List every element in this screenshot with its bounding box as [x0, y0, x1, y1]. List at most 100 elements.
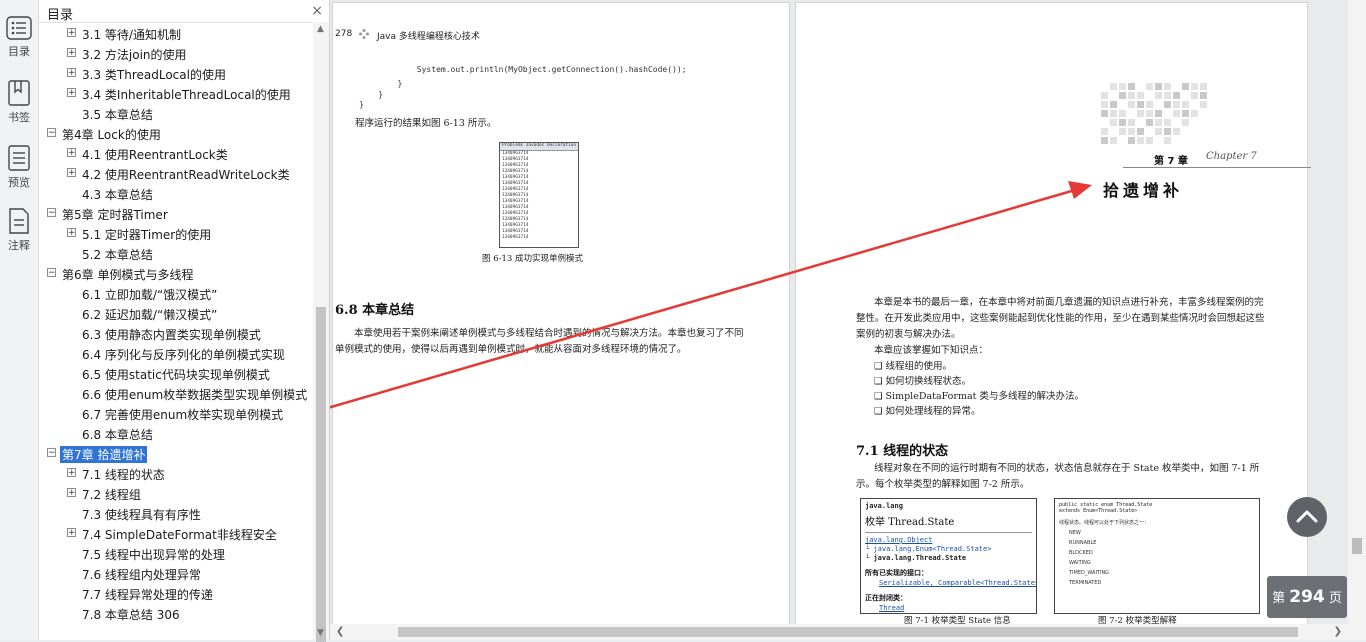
toc-scrollbar[interactable]: ▲ ▼ [313, 22, 329, 642]
annotation-tab[interactable]: 注释 [0, 208, 38, 253]
toc-section-item[interactable]: +3.2 方法join的使用 [39, 43, 313, 63]
expand-icon[interactable]: + [67, 528, 76, 538]
fig1-tree-line: └ java.lang.Thread.State [865, 554, 967, 562]
toc-item-label: 6.4 序列化与反序列化的单例模式实现 [82, 348, 285, 362]
toc-item-label: 6.3 使用静态内置类实现单例模式 [82, 328, 261, 342]
toc-section-item[interactable]: 7.6 线程组内处理异常 [39, 563, 313, 583]
preview-tab[interactable]: 预览 [0, 145, 38, 190]
toc-item-label: 6.7 完善使用enum枚举实现单例模式 [82, 408, 284, 422]
toc-item-label: 第5章 定时器Timer [62, 208, 168, 222]
toc-section-item[interactable]: 6.1 立即加载/“饿汉模式” [39, 283, 313, 303]
pattern-square [1101, 101, 1108, 108]
toc-section-item[interactable]: 5.2 本章总结 [39, 243, 313, 263]
toc-section-item[interactable]: +3.1 等待/通知机制 [39, 23, 313, 43]
section-heading: 6.8 本章总结 [335, 303, 415, 318]
document-viewer[interactable]: 278 Java 多线程编程核心技术 System.out.println(My… [330, 0, 1366, 640]
toc-item-label: 第4章 Lock的使用 [62, 128, 161, 142]
toc-scroll-thumb[interactable] [316, 307, 326, 642]
back-to-top-button[interactable] [1287, 497, 1327, 537]
toc-section-item[interactable]: 6.6 使用enum枚举数据类型实现单例模式 [39, 383, 313, 403]
toc-section-item[interactable]: 6.7 完善使用enum枚举实现单例模式 [39, 403, 313, 423]
pattern-square [1119, 83, 1126, 90]
expand-icon[interactable]: + [67, 28, 76, 38]
toc-item-label: 6.6 使用enum枚举数据类型实现单例模式 [82, 388, 308, 402]
scroll-left-icon[interactable]: ❮ [336, 626, 344, 637]
toc-tab[interactable]: 目录 [0, 16, 38, 59]
close-icon[interactable]: × [311, 3, 323, 19]
page-indicator-suffix: 页 [1328, 591, 1342, 606]
expand-icon[interactable]: + [67, 228, 76, 238]
toc-chapter-item[interactable]: − 第5章 定时器Timer [39, 203, 313, 223]
expand-icon[interactable]: + [67, 168, 76, 178]
pattern-square [1164, 101, 1171, 108]
toc-section-item[interactable]: +4.1 使用ReentrantLock类 [39, 143, 313, 163]
toc-section-item[interactable]: 6.2 延迟加载/“懒汉模式” [39, 303, 313, 323]
figure-caption: 图 6-13 成功实现单例模式 [482, 254, 584, 264]
vertical-scrollbar[interactable] [1348, 0, 1366, 640]
toc-item-label: 7.3 使线程具有有序性 [82, 508, 201, 522]
figure-7-1: java.lang 枚举 Thread.State java.lang.Obje… [860, 498, 1037, 614]
pattern-square [1128, 83, 1135, 90]
toc-section-item[interactable]: +7.4 SimpleDateFormat非线程安全 [39, 523, 313, 543]
collapse-icon[interactable]: − [47, 128, 56, 138]
toc-section-item[interactable]: 6.8 本章总结 [39, 423, 313, 443]
pattern-square [1173, 101, 1180, 108]
toc-chapter-item[interactable]: − 第6章 单例模式与多线程 [39, 263, 313, 283]
pattern-square [1200, 92, 1207, 99]
expand-icon[interactable]: + [67, 68, 76, 78]
toc-chapter-item[interactable]: − 第7章 拾遗增补 [39, 443, 313, 463]
toc-section-item[interactable]: 7.3 使线程具有有序性 [39, 503, 313, 523]
code-line: } [359, 100, 364, 109]
toc-section-item[interactable]: +7.2 线程组 [39, 483, 313, 503]
expand-icon[interactable]: + [67, 48, 76, 58]
scroll-down-icon[interactable]: ▼ [317, 628, 324, 638]
toc-chapter-item[interactable]: − 第4章 Lock的使用 [39, 123, 313, 143]
toc-item-label: 7.4 SimpleDateFormat非线程安全 [82, 528, 277, 542]
toc-section-item[interactable]: +5.1 定时器Timer的使用 [39, 223, 313, 243]
collapse-icon[interactable]: − [47, 448, 56, 458]
toc-item-label: 第6章 单例模式与多线程 [62, 268, 194, 282]
toc-section-item[interactable]: 6.5 使用static代码块实现单例模式 [39, 363, 313, 383]
vertical-scroll-thumb[interactable] [1352, 538, 1362, 554]
toc-section-item[interactable]: +4.2 使用ReentrantReadWriteLock类 [39, 163, 313, 183]
horizontal-scroll-thumb[interactable] [398, 627, 1298, 637]
expand-icon[interactable]: + [67, 488, 76, 498]
toc-item-label: 6.8 本章总结 [82, 428, 153, 442]
toc-section-item[interactable]: +3.4 类InheritableThreadLocal的使用 [39, 83, 313, 103]
objective-text: 线程组的使用。 [885, 361, 953, 372]
bookmark-icon [8, 80, 30, 106]
expand-icon[interactable]: + [67, 468, 76, 478]
toc-section-item[interactable]: 7.5 线程中出现异常的处理 [39, 543, 313, 563]
objective-text: 如何切换线程状态。 [885, 376, 972, 387]
bookmark-tab[interactable]: 书签 [0, 80, 38, 125]
scroll-right-icon[interactable]: ❯ [1334, 626, 1342, 637]
toc-section-item[interactable]: +3.3 类ThreadLocal的使用 [39, 63, 313, 83]
checkbox-bullet-icon: ❑ [874, 406, 886, 417]
toc-section-item[interactable]: 7.8 本章总结 306 [39, 603, 313, 623]
fig2-intro: 线程状态。线程可以处于下列状态之一： [1059, 520, 1150, 526]
toc-section-item[interactable]: 4.3 本章总结 [39, 183, 313, 203]
expand-icon[interactable]: + [67, 148, 76, 158]
console-header: Problems Javadoc Declaration Console [502, 143, 578, 148]
console-screenshot: Problems Javadoc Declaration Console 134… [499, 142, 579, 248]
toc-section-item[interactable]: 7.7 线程异常处理的传递 [39, 583, 313, 603]
horizontal-scrollbar[interactable]: ❮ ❯ [330, 624, 1348, 640]
pattern-square [1155, 110, 1162, 117]
toc-section-item[interactable]: 3.5 本章总结 [39, 103, 313, 123]
collapse-icon[interactable]: − [47, 268, 56, 278]
console-line: 1340963714 [502, 235, 529, 240]
fig1-implements: Serializable, Comparable<Thread.State> [879, 579, 1037, 587]
chapter-pattern-icon [1101, 83, 1207, 144]
collapse-icon[interactable]: − [47, 208, 56, 218]
sidebar-rail: 目录 书签 预览 注释 [0, 0, 39, 640]
toc-section-item[interactable]: +7.1 线程的状态 [39, 463, 313, 483]
pattern-square [1110, 101, 1117, 108]
toc-item-label: 3.4 类InheritableThreadLocal的使用 [82, 88, 291, 102]
toc-section-item[interactable]: 6.4 序列化与反序列化的单例模式实现 [39, 343, 313, 363]
toc-section-item[interactable]: 6.3 使用静态内置类实现单例模式 [39, 323, 313, 343]
scroll-up-icon[interactable]: ▲ [317, 24, 324, 34]
list-icon [6, 16, 32, 40]
pattern-square [1155, 83, 1162, 90]
expand-icon[interactable]: + [67, 88, 76, 98]
toc-item-label: 7.2 线程组 [82, 488, 141, 502]
